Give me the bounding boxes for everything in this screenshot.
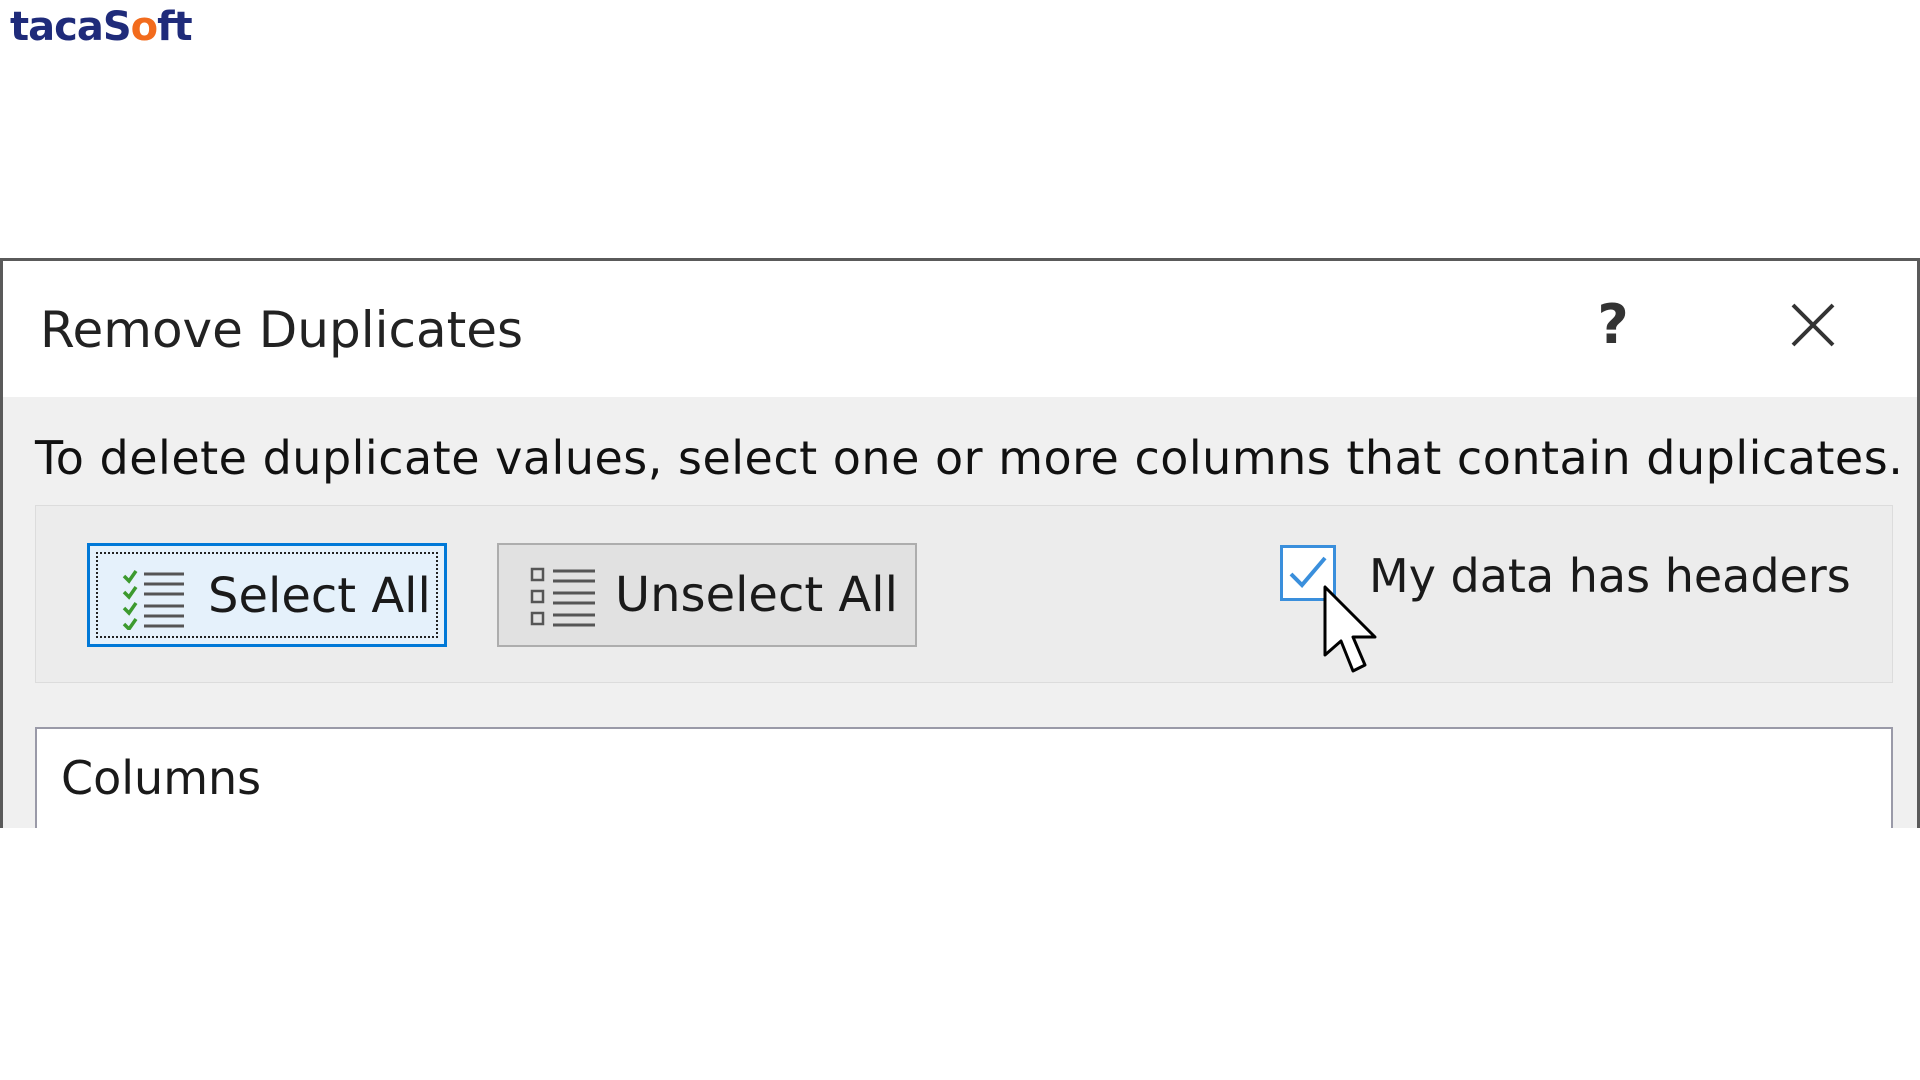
- unselect-all-label: Unselect All: [615, 567, 898, 623]
- mouse-cursor-icon: [1323, 585, 1377, 673]
- tacasoft-logo: tacaSoft: [10, 4, 193, 50]
- select-all-button[interactable]: Select All: [87, 543, 447, 647]
- headers-checkbox-label[interactable]: My data has headers: [1369, 549, 1851, 603]
- dialog-titlebar: Remove Duplicates ?: [3, 261, 1917, 397]
- logo-text-s: S: [102, 4, 132, 50]
- remove-duplicates-dialog: Remove Duplicates ? To delete duplicate …: [0, 258, 1920, 828]
- logo-text-end: ft: [157, 4, 193, 50]
- columns-list[interactable]: Columns: [35, 727, 1893, 828]
- close-icon: [1791, 303, 1835, 347]
- unselect-all-button[interactable]: Unselect All: [497, 543, 917, 647]
- checklist-icon: [122, 569, 184, 630]
- help-button[interactable]: ?: [1583, 293, 1643, 357]
- unchecked-list-icon: [530, 567, 595, 627]
- dialog-title: Remove Duplicates: [40, 301, 524, 359]
- columns-header: Columns: [61, 751, 262, 805]
- logo-text-o: o: [130, 4, 159, 50]
- close-button[interactable]: [1783, 295, 1843, 355]
- instruction-text: To delete duplicate values, select one o…: [35, 431, 1904, 485]
- select-all-label: Select All: [208, 568, 431, 624]
- logo-text-start: taca: [10, 4, 104, 50]
